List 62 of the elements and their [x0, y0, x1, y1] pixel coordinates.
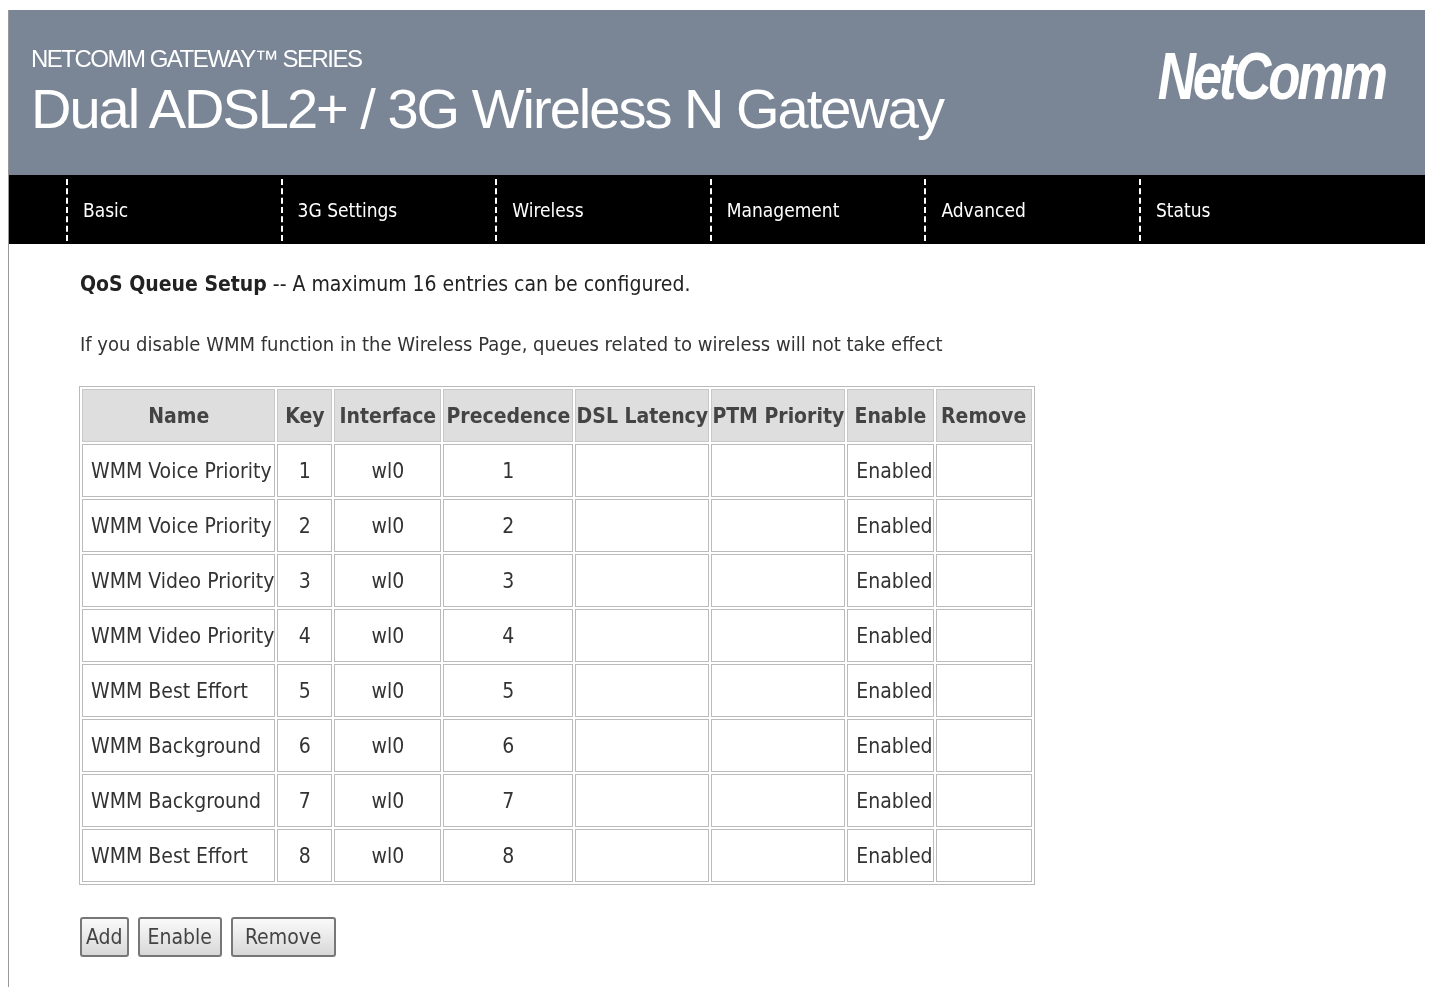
logo: NetComm [1158, 38, 1385, 115]
nav-link[interactable]: 3G Settings [280, 178, 479, 241]
table-cell: Enabled [847, 774, 934, 827]
column-header: Interface [334, 389, 442, 442]
table-cell: 4 [443, 609, 574, 662]
table-cell: wl0 [334, 444, 442, 497]
table-cell: wl0 [334, 664, 442, 717]
table-cell: wl0 [334, 554, 442, 607]
table-cell: 1 [277, 444, 333, 497]
product-title: Dual ADSL2+ / 3G Wireless N Gateway [31, 76, 943, 142]
table-cell: Enabled [847, 499, 934, 552]
table-cell: 7 [277, 774, 333, 827]
nav-link[interactable]: Status [1138, 178, 1337, 241]
table-cell: WMM Background [82, 774, 276, 827]
table-cell: 1 [443, 444, 574, 497]
action-button[interactable]: Enable [137, 917, 222, 957]
info-text: If you disable WMM function in the Wireless Page, queues related to wireless will not take effect [80, 332, 944, 356]
table-cell: 6 [443, 719, 574, 772]
table-cell: 3 [277, 554, 333, 607]
table-cell: 4 [277, 609, 333, 662]
nav-link[interactable]: Advanced [924, 178, 1123, 241]
action-button[interactable]: Remove [230, 917, 336, 957]
action-button[interactable]: Add [80, 917, 129, 957]
table-cell: 8 [443, 829, 574, 882]
table-cell: 5 [277, 664, 333, 717]
table-cell: Enabled [847, 609, 934, 662]
table-cell: 3 [443, 554, 574, 607]
table-cell: Enabled [847, 719, 934, 772]
product-series: NETCOMM GATEWAY™ SERIES [31, 44, 363, 74]
column-header: Key [277, 389, 333, 442]
column-header: Enable [847, 389, 934, 442]
table-cell: Enabled [847, 664, 934, 717]
table-cell: wl0 [334, 719, 442, 772]
table-cell: WMM Best Effort [82, 664, 276, 717]
column-header: PTM Priority [711, 389, 846, 442]
nav-link[interactable]: Wireless [495, 178, 694, 241]
table-cell: WMM Voice Priority [82, 444, 276, 497]
table-cell: 8 [277, 829, 333, 882]
column-header: Name [82, 389, 276, 442]
nav-link[interactable]: Management [709, 178, 908, 241]
table-cell: WMM Best Effort [82, 829, 276, 882]
column-header: DSL Latency [575, 389, 710, 442]
table-cell: 2 [277, 499, 333, 552]
table-cell: wl0 [334, 829, 442, 882]
table-cell: WMM Video Priority [82, 554, 276, 607]
section-heading: QoS Queue Setup -- A maximum 16 entries can be configured. [80, 272, 692, 296]
table-cell: wl0 [334, 774, 442, 827]
table-cell: WMM Voice Priority [82, 499, 276, 552]
table-cell: wl0 [334, 499, 442, 552]
column-header: Remove [935, 389, 1032, 442]
table-cell: 6 [277, 719, 333, 772]
table-cell: WMM Background [82, 719, 276, 772]
table-cell: wl0 [334, 609, 442, 662]
table-cell: Enabled [847, 554, 934, 607]
table-cell: 2 [443, 499, 574, 552]
column-header: Precedence [443, 389, 574, 442]
table-cell: Enabled [847, 444, 934, 497]
table-cell: 5 [443, 664, 574, 717]
nav-link[interactable]: Basic [66, 178, 264, 241]
table-cell: 7 [443, 774, 574, 827]
table-cell: WMM Video Priority [82, 609, 276, 662]
table-cell: Enabled [847, 829, 934, 882]
